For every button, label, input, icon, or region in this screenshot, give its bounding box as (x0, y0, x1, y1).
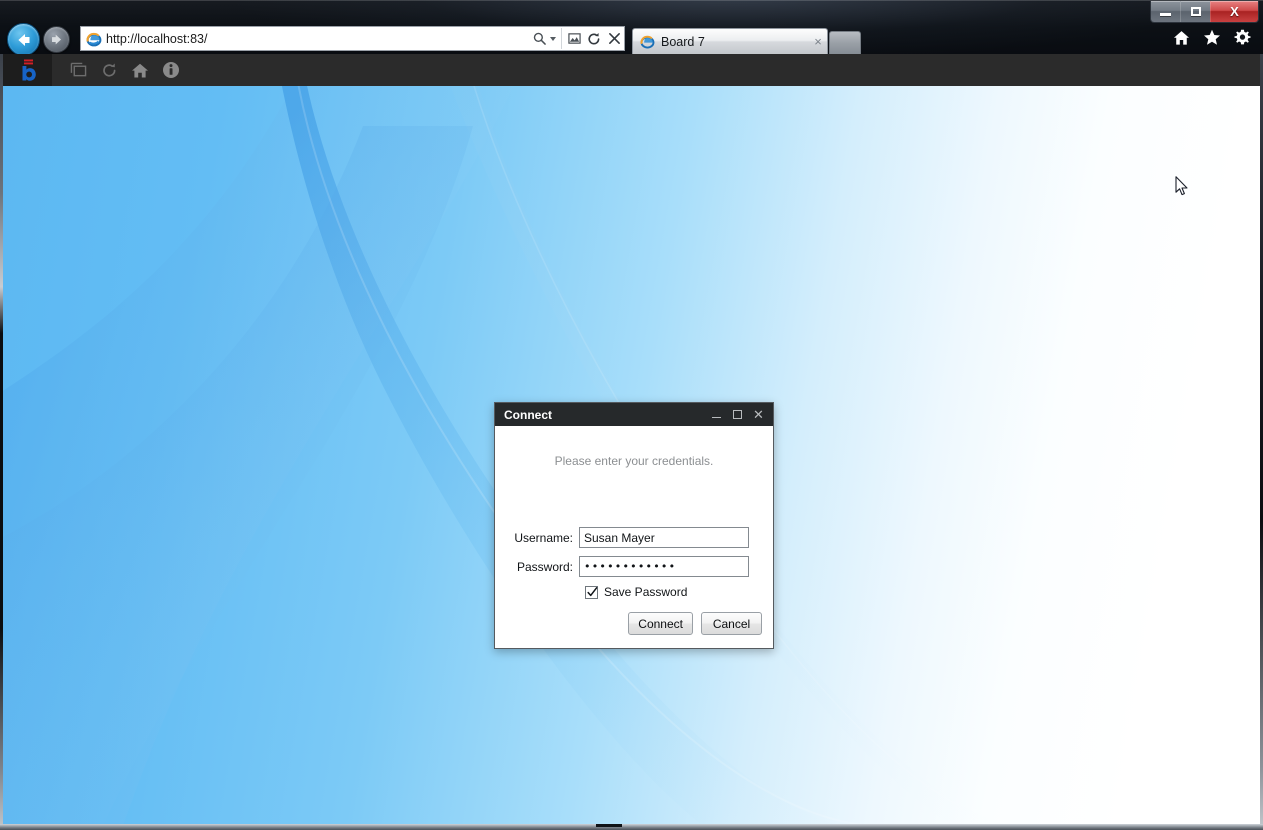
connect-button[interactable]: Connect (628, 612, 693, 635)
tab-label: Board 7 (661, 35, 809, 49)
window-maximize-button[interactable] (1180, 1, 1210, 22)
password-input[interactable]: •••••••••••• (579, 556, 749, 577)
save-password-label: Save Password (604, 585, 687, 599)
navigation-buttons (7, 23, 70, 56)
new-tab-button[interactable] (829, 31, 861, 54)
window-controls: X (1150, 1, 1259, 23)
cancel-button[interactable]: Cancel (701, 612, 762, 635)
internet-explorer-icon (86, 31, 102, 47)
window-minimize-button[interactable] (1151, 1, 1180, 22)
browser-command-icons (1173, 29, 1251, 46)
dialog-title: Connect (504, 408, 552, 422)
password-label: Password: (506, 560, 579, 574)
minimize-icon (1160, 13, 1171, 16)
arrow-left-icon (15, 32, 33, 48)
window-border-bottom (0, 824, 1263, 830)
username-value: Susan Mayer (584, 531, 655, 545)
refresh-icon[interactable] (584, 27, 604, 50)
app-toolbar (3, 54, 1260, 86)
maximize-icon (1191, 7, 1201, 16)
connect-dialog: Connect ✕ Please enter your credentials.… (494, 402, 774, 649)
refresh-icon[interactable] (99, 60, 119, 80)
window-titlebar: X http://localhost: (0, 0, 1263, 54)
home-icon[interactable] (1173, 30, 1190, 46)
search-icon[interactable] (529, 27, 549, 50)
home-icon[interactable] (130, 60, 150, 80)
dialog-minimize-button[interactable] (711, 409, 722, 420)
chevron-down-icon[interactable] (550, 37, 556, 41)
password-value: •••••••••••• (584, 560, 676, 573)
url-text: http://localhost:83/ (106, 32, 529, 46)
favorites-star-icon[interactable] (1203, 29, 1221, 46)
window-close-button[interactable]: X (1210, 1, 1258, 22)
username-label: Username: (506, 531, 579, 545)
address-bar[interactable]: http://localhost:83/ (80, 26, 625, 51)
username-row: Username: Susan Mayer (495, 527, 749, 548)
tab-board-7[interactable]: Board 7 × (632, 28, 828, 54)
browser-window: X http://localhost: (0, 0, 1263, 830)
compatibility-view-icon[interactable] (564, 27, 584, 50)
save-password-checkbox[interactable] (585, 586, 598, 599)
app-tool-buttons (68, 60, 181, 80)
dialog-close-button[interactable]: ✕ (753, 409, 764, 420)
board-logo[interactable] (3, 54, 52, 86)
minimize-icon (712, 417, 721, 418)
tab-close-icon[interactable]: × (809, 35, 827, 48)
arrow-right-icon (49, 33, 64, 46)
dialog-actions: Connect Cancel (628, 612, 762, 635)
tools-gear-icon[interactable] (1234, 29, 1251, 46)
maximize-icon (733, 410, 742, 419)
window-resize-grip (596, 824, 622, 827)
tab-strip: Board 7 × (632, 27, 861, 54)
dialog-titlebar[interactable]: Connect ✕ (495, 403, 773, 426)
dialog-maximize-button[interactable] (732, 409, 743, 420)
checkmark-icon (586, 586, 599, 599)
internet-explorer-icon (640, 34, 655, 49)
search-provider-group[interactable] (529, 28, 562, 49)
page-content: Connect ✕ Please enter your credentials.… (3, 86, 1260, 824)
close-icon: X (1230, 5, 1239, 18)
forward-button[interactable] (43, 26, 70, 53)
dialog-window-controls: ✕ (711, 409, 764, 420)
stop-icon[interactable] (604, 27, 624, 50)
password-row: Password: •••••••••••• (495, 556, 749, 577)
info-icon[interactable] (161, 60, 181, 80)
back-button[interactable] (7, 23, 40, 56)
board-logo-icon (15, 57, 41, 83)
save-password-row[interactable]: Save Password (585, 585, 687, 599)
new-window-icon[interactable] (68, 60, 88, 80)
username-input[interactable]: Susan Mayer (579, 527, 749, 548)
dialog-body: Please enter your credentials. Username:… (495, 426, 773, 649)
dialog-message: Please enter your credentials. (495, 426, 773, 468)
